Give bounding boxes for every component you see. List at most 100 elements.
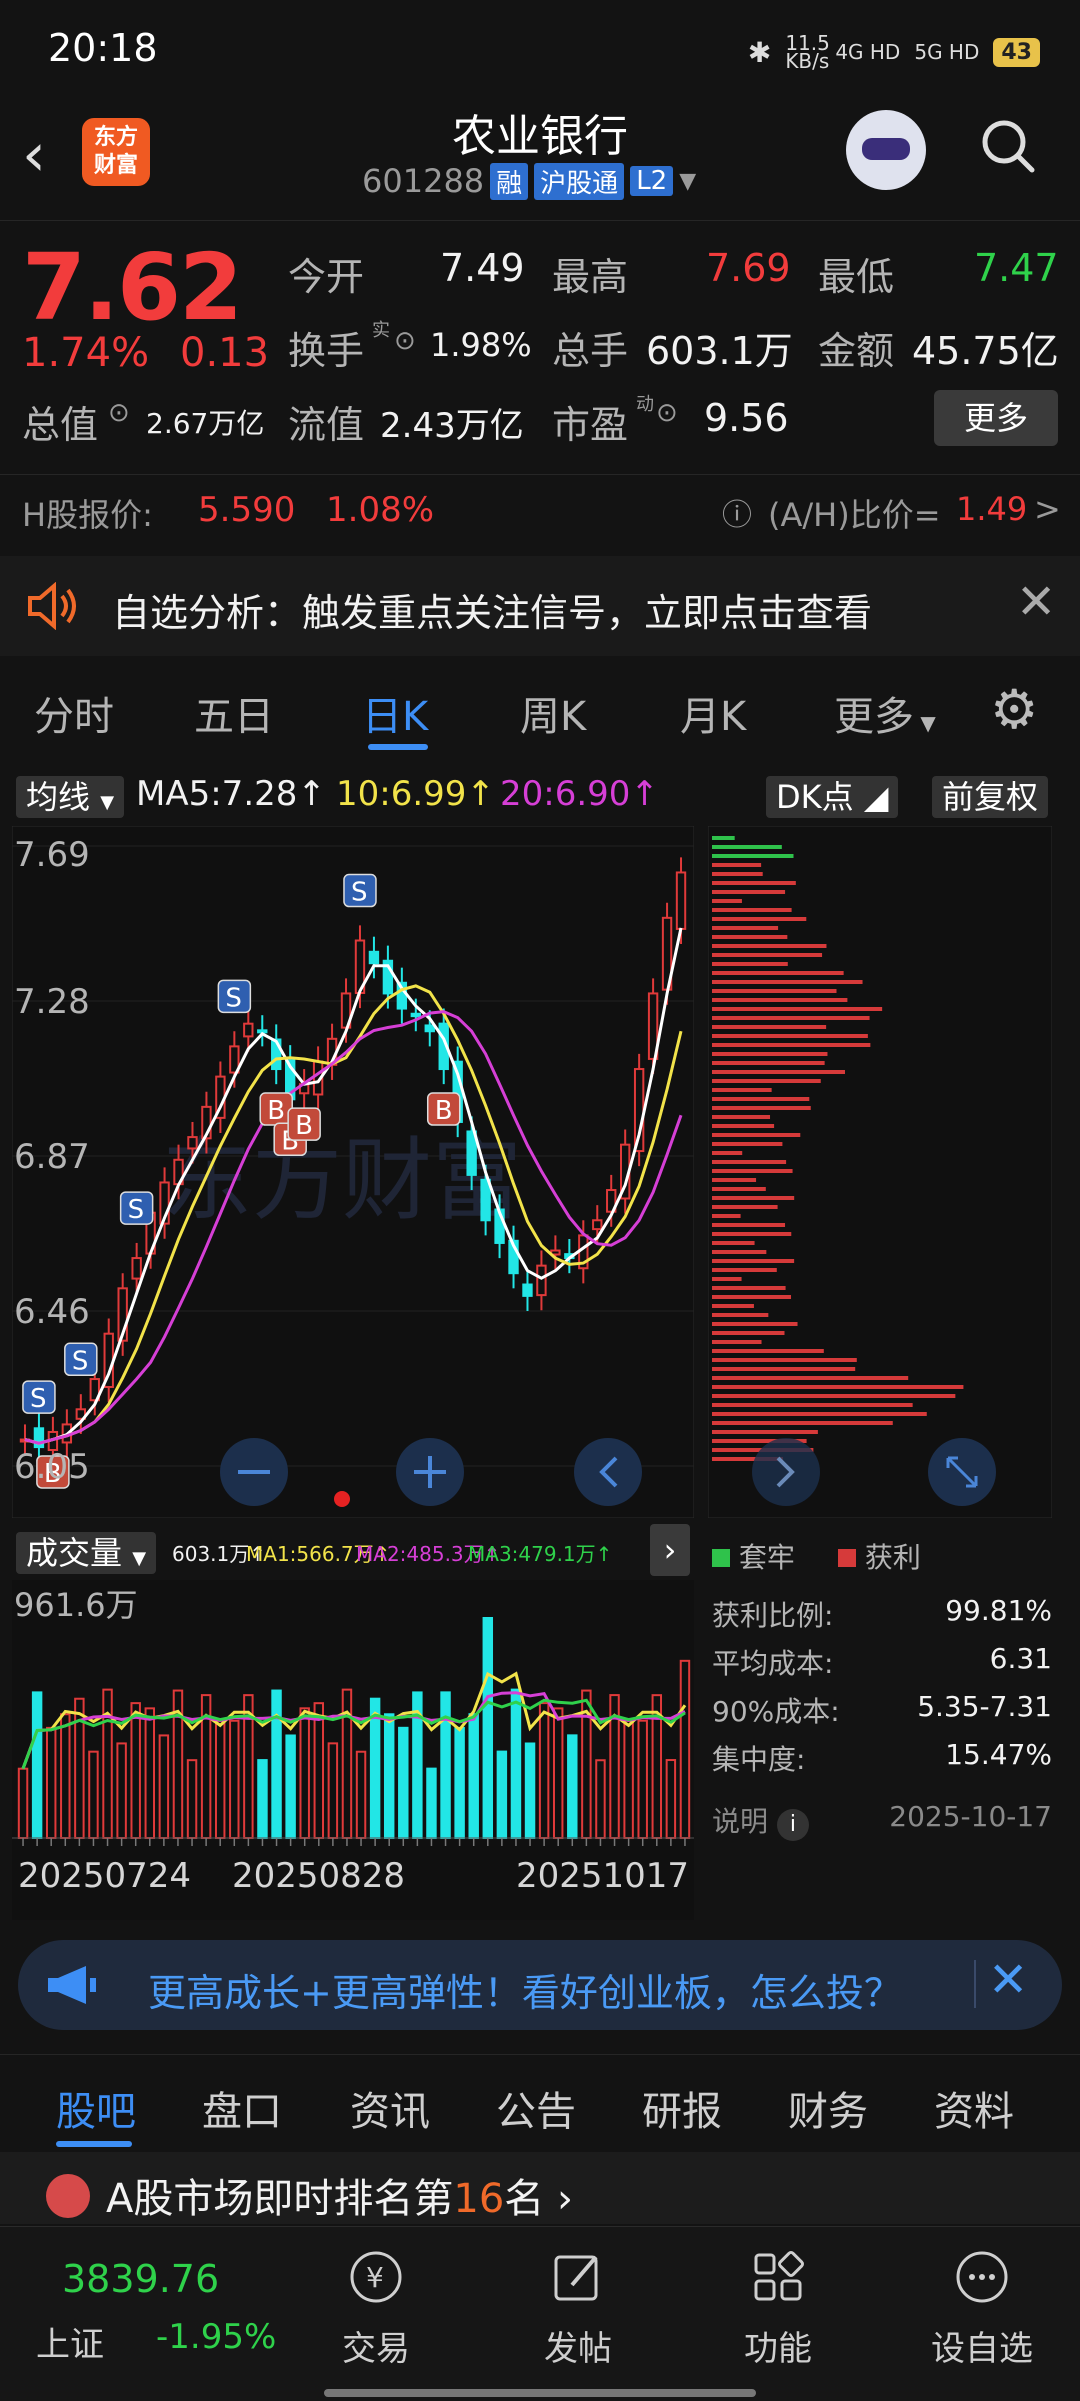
nav-trade[interactable]: ¥ 交易	[306, 2245, 446, 2370]
volume-bar	[45, 1726, 57, 1839]
close-icon[interactable]: ✕	[1016, 574, 1056, 630]
tab-more-label: 更多	[834, 694, 914, 740]
tab-guba[interactable]: 股吧	[56, 2079, 136, 2137]
h-share-price: 5.590	[198, 490, 296, 530]
tab-news[interactable]: 资讯	[350, 2079, 430, 2137]
turnover-label: 换手	[288, 329, 365, 373]
chevron-right-icon[interactable]: >	[1034, 490, 1061, 528]
avg-cost-row: 平均成本: 6.31	[712, 1642, 1052, 1680]
chip-bar	[712, 1106, 811, 1110]
h-share-label: H股报价:	[22, 496, 153, 534]
index-name[interactable]: 上证	[36, 2317, 104, 2366]
tab-profile[interactable]: 资料	[934, 2079, 1014, 2137]
zoom-in-button[interactable]	[396, 1438, 464, 1506]
chip-bar	[712, 1061, 825, 1065]
tab-research[interactable]: 研报	[642, 2079, 722, 2137]
gear-icon[interactable]: ⚙	[990, 678, 1038, 741]
help-icon[interactable]: ⓘ	[722, 490, 752, 534]
ah-ratio-label[interactable]: (A/H)比价=	[768, 490, 941, 536]
expand-indicator-button[interactable]: ›	[650, 1524, 690, 1576]
ma5-value: MA5:7.28↑	[136, 774, 326, 814]
note-row[interactable]: 说明 i 2025-10-17	[712, 1800, 1052, 1841]
cost90-row: 90%成本: 5.35-7.31	[712, 1690, 1052, 1728]
active-tab-indicator	[56, 2141, 132, 2147]
buy-signal[interactable]: B	[426, 1092, 461, 1126]
chip-distribution-chart[interactable]	[708, 826, 1052, 1518]
change-value: 0.13	[180, 330, 270, 376]
tab-finance[interactable]: 财务	[788, 2079, 868, 2137]
search-icon[interactable]	[980, 118, 1036, 174]
tab-monthly-k[interactable]: 月K	[680, 684, 746, 742]
tab-pankou[interactable]: 盘口	[202, 2079, 282, 2137]
notice-text: 自选分析：触发重点关注信号，立即点击查看	[112, 591, 873, 635]
nav-functions[interactable]: 功能	[708, 2245, 848, 2370]
chip-bar	[712, 1079, 821, 1083]
sell-signal[interactable]: S	[343, 873, 377, 908]
banner-text: 更高成长+更高弹性！看好创业板，怎么投？	[148, 1971, 902, 2015]
nav-post[interactable]: 发帖	[508, 2245, 648, 2370]
chip-bar	[712, 1052, 828, 1056]
chip-bar	[712, 1034, 868, 1038]
promo-banner[interactable]: 更高成长+更高弹性！看好创业板，怎么投？ ✕	[18, 1940, 1062, 2030]
volume-indicator-selector[interactable]: 成交量 ▼	[16, 1528, 157, 1574]
chip-expand-button[interactable]	[928, 1438, 996, 1506]
tab-more[interactable]: 更多 ▼	[834, 684, 936, 742]
volume-bar	[88, 1750, 99, 1839]
chip-bar	[712, 944, 827, 948]
close-icon[interactable]: ✕	[988, 1952, 1028, 2008]
info-icon[interactable]: ⊙	[656, 398, 678, 428]
adjust-button[interactable]: 前复权	[932, 772, 1049, 818]
rank-row[interactable]: A股市场即时排名第16名 ›	[0, 2152, 1080, 2224]
volume-max-label: 961.6万	[14, 1586, 138, 1624]
nav-post-label: 发帖	[544, 2329, 612, 2369]
date-start: 20250724	[18, 1856, 191, 1896]
legend-trapped: 套牢	[712, 1536, 795, 1576]
candle	[131, 1257, 142, 1280]
sell-signal[interactable]: S	[64, 1342, 98, 1376]
sell-signal[interactable]: S	[119, 1191, 154, 1225]
more-dots-icon	[956, 2251, 1008, 2303]
tab-daily-k[interactable]: 日K	[362, 684, 428, 742]
zoom-out-button[interactable]	[220, 1438, 288, 1506]
chip-bar	[712, 1385, 964, 1389]
chip-bar	[712, 998, 848, 1002]
ma-selector[interactable]: 均线 ▼	[16, 772, 125, 818]
nav-functions-label: 功能	[744, 2329, 812, 2369]
mcap-label: 总值	[22, 403, 99, 447]
candle	[187, 1136, 198, 1150]
chip-bar	[712, 1331, 785, 1335]
index-pct[interactable]: -1.95%	[156, 2317, 276, 2357]
candle	[522, 1283, 533, 1297]
chip-bar	[712, 935, 788, 939]
ah-ratio-value: 1.49	[956, 490, 1028, 528]
rank-icon	[46, 2174, 90, 2218]
sell-signal[interactable]: S	[22, 1380, 56, 1414]
notice-bar[interactable]: 自选分析：触发重点关注信号，立即点击查看 ✕	[0, 556, 1080, 656]
buy-signal[interactable]: B	[287, 1107, 321, 1141]
chip-bar	[712, 854, 794, 858]
tab-weekly-k[interactable]: 周K	[520, 684, 586, 742]
tab-intraday[interactable]: 分时	[34, 684, 114, 742]
chip-bar	[712, 872, 763, 876]
scroll-left-button[interactable]	[574, 1438, 642, 1506]
amount-label: 金额	[818, 329, 895, 373]
chip-bar	[712, 1268, 777, 1272]
more-quote-button[interactable]: 更多	[934, 390, 1058, 446]
tab-five-day[interactable]: 五日	[194, 684, 274, 742]
volume-bar	[510, 1688, 522, 1839]
assistant-robot-icon[interactable]	[846, 110, 926, 190]
sell-signal[interactable]: S	[217, 979, 252, 1013]
chip-bar	[712, 962, 788, 966]
stock-code-row[interactable]: 601288 融 沪股通 L2 ▼	[362, 162, 696, 200]
candlestick-chart[interactable]: 东方财富 SBSSBBBSBS 7.697.286.876.466.05	[12, 826, 694, 1518]
nav-add-watchlist[interactable]: 设自选	[912, 2245, 1052, 2370]
index-value[interactable]: 3839.76	[62, 2257, 219, 2301]
chip-next-button[interactable]	[752, 1438, 820, 1506]
dk-point-button[interactable]: DK点 ◢	[766, 772, 899, 818]
volume-chart[interactable]: 961.6万 20250724 20250828 20251017	[12, 1580, 694, 1920]
chip-bar	[712, 1358, 857, 1362]
info-icon[interactable]: ⊙	[394, 326, 416, 356]
bottom-nav: 3839.76 上证 -1.95% ¥ 交易 发帖 功能 设自选	[0, 2226, 1080, 2401]
tab-announcements[interactable]: 公告	[496, 2079, 576, 2137]
info-icon[interactable]: ⊙	[108, 398, 130, 428]
